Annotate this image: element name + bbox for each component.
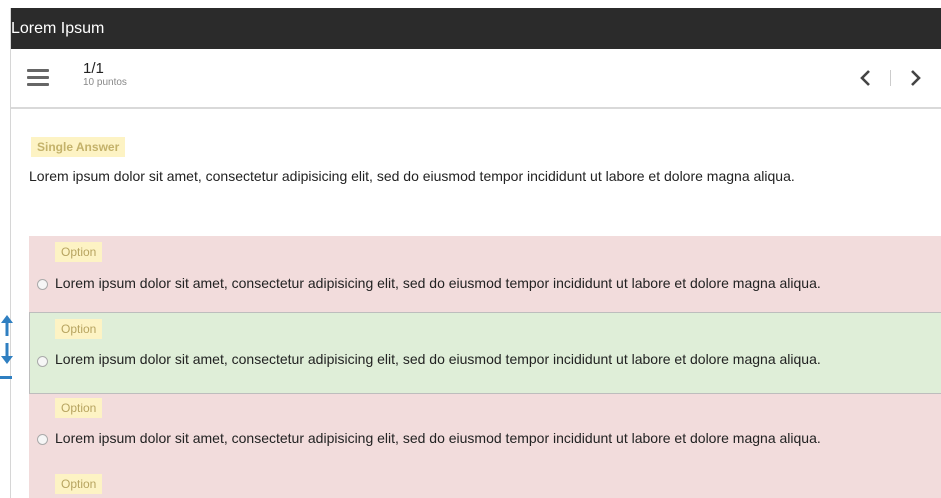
previous-button[interactable]: [854, 63, 876, 93]
reorder-arrows-icon[interactable]: [0, 313, 14, 385]
next-button[interactable]: [905, 63, 927, 93]
option-item[interactable]: Option Lorem ipsum dolor sit amet, conse…: [29, 236, 941, 312]
question-type-badge: Single Answer: [31, 137, 126, 157]
option-badge: Option: [55, 474, 103, 494]
option-text: Lorem ipsum dolor sit amet, consectetur …: [55, 275, 821, 291]
question-text: Lorem ipsum dolor sit amet, consectetur …: [29, 168, 795, 184]
app-titlebar: Lorem Ipsum: [11, 8, 941, 49]
points-label: 10 puntos: [83, 77, 127, 88]
chevron-left-icon: [860, 70, 870, 86]
option-radio[interactable]: [37, 356, 48, 367]
option-text: Lorem ipsum dolor sit amet, consectetur …: [55, 430, 821, 446]
option-item-selected[interactable]: Option Lorem ipsum dolor sit amet, conse…: [29, 312, 941, 394]
app-title: Lorem Ipsum: [11, 20, 105, 37]
app-frame: Lorem Ipsum 1/1 10 puntos Single Answer …: [10, 8, 941, 498]
question-counter-value: 1/1: [83, 60, 104, 77]
option-badge: Option: [55, 319, 103, 339]
nav-divider: [890, 70, 891, 86]
option-badge: Option: [55, 242, 103, 262]
question-counter: 1/1 10 puntos: [83, 61, 127, 89]
option-item[interactable]: Option Lorem ipsum dolor sit amet, conse…: [29, 394, 941, 472]
chevron-right-icon: [911, 70, 921, 86]
option-radio[interactable]: [37, 279, 48, 290]
hamburger-icon[interactable]: [27, 69, 49, 87]
option-radio[interactable]: [37, 434, 48, 445]
option-item[interactable]: Option: [29, 472, 941, 498]
toolbar: 1/1 10 puntos: [11, 49, 941, 109]
question-navigation: [854, 63, 927, 93]
option-text: Lorem ipsum dolor sit amet, consectetur …: [55, 351, 821, 367]
option-badge: Option: [55, 398, 103, 418]
